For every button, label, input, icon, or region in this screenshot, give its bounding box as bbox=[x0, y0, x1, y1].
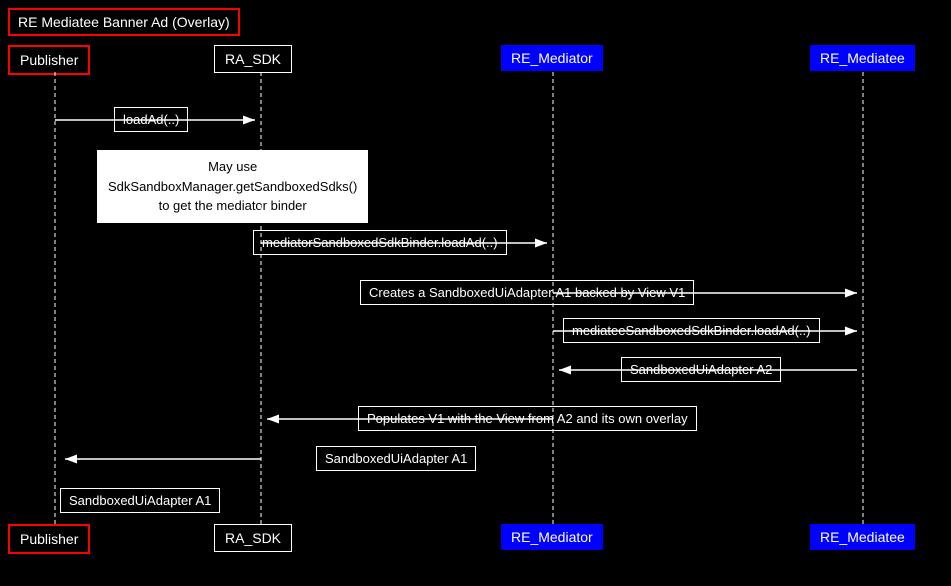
title-box: RE Mediatee Banner Ad (Overlay) bbox=[8, 8, 240, 36]
msg-sandboxed-a1-return: SandboxedUiAdapter A1 bbox=[316, 446, 476, 471]
msg-sandboxed-a1-left: SandboxedUiAdapter A1 bbox=[60, 488, 220, 513]
msg-sandboxed-a2: SandboxedUiAdapter A2 bbox=[621, 357, 781, 382]
msg-mediatee-binder-load: mediateeSandboxedSdkBinder.loadAd(..) bbox=[563, 318, 820, 343]
msg-may-use: May use SdkSandboxManager.getSandboxedSd… bbox=[97, 150, 368, 223]
msg-creates-sandboxed: Creates a SandboxedUiAdapter A1 backed b… bbox=[360, 280, 694, 305]
actor-mediator-bottom: RE_Mediator bbox=[501, 524, 603, 550]
actor-publisher-bottom: Publisher bbox=[8, 524, 90, 554]
actor-publisher-top: Publisher bbox=[8, 45, 90, 75]
msg-populates-v1: Populates V1 with the View from A2 and i… bbox=[358, 406, 697, 431]
msg-load-ad: loadAd(..) bbox=[114, 107, 188, 132]
actor-mediatee-bottom: RE_Mediatee bbox=[810, 524, 915, 550]
actor-mediator-top: RE_Mediator bbox=[501, 45, 603, 71]
actor-mediatee-top: RE_Mediatee bbox=[810, 45, 915, 71]
actor-rasdk-top: RA_SDK bbox=[214, 45, 292, 73]
title-text: RE Mediatee Banner Ad (Overlay) bbox=[18, 14, 230, 30]
actor-rasdk-bottom: RA_SDK bbox=[214, 524, 292, 552]
msg-mediator-binder-load: mediatorSandboxedSdkBinder.loadAd(..) bbox=[253, 230, 507, 255]
